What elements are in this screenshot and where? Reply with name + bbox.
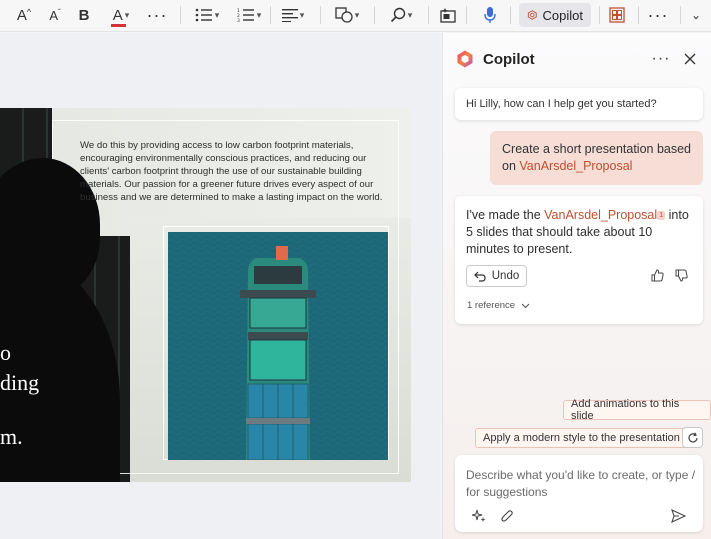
copilot-toolbar-label: Copilot xyxy=(542,7,583,23)
copilot-logo-icon xyxy=(455,49,475,69)
reply-file-link[interactable]: VanArsdel_Proposal xyxy=(544,208,657,222)
user-message-bubble: Create a short presentation based on Van… xyxy=(490,131,703,185)
find-icon[interactable]: ▾ xyxy=(384,3,418,27)
cargo-ship-aerial-photo[interactable] xyxy=(168,232,388,460)
sparkle-prompts-icon[interactable] xyxy=(471,508,487,524)
refresh-suggestions-icon[interactable] xyxy=(682,427,703,448)
copilot-pane: Copilot ··· Hi Lilly, how can I help get… xyxy=(442,33,711,539)
copilot-outline-icon xyxy=(527,10,537,20)
svg-text:3: 3 xyxy=(237,18,240,22)
chevron-down-icon xyxy=(521,303,530,308)
copilot-toolbar-button[interactable]: Copilot xyxy=(519,3,591,27)
thumbs-up-icon[interactable] xyxy=(649,267,665,283)
font-color-icon[interactable]: A ▾ xyxy=(104,3,138,27)
shapes-icon[interactable]: ▾ xyxy=(330,3,364,27)
prompt-placeholder[interactable]: Describe what you'd like to create, or t… xyxy=(466,467,696,501)
undo-label: Undo xyxy=(491,269,520,282)
ribbon-toolbar: A ^ Aˇ B A ▾ ··· ▾ 123 ▾ ▾ ▾ ▾ Copilot ·… xyxy=(0,0,711,32)
bullets-icon[interactable]: ▾ xyxy=(190,3,224,27)
copilot-greeting-message: Hi Lilly, how can I help get you started… xyxy=(455,88,703,120)
align-text-icon[interactable]: ▾ xyxy=(276,3,310,27)
greeting-text: Hi Lilly, how can I help get you started… xyxy=(466,98,657,110)
undo-icon xyxy=(473,271,486,282)
prompt-compose-box[interactable]: Describe what you'd like to create, or t… xyxy=(455,455,703,532)
expand-ribbon-chevron-icon[interactable]: ⌄ xyxy=(687,3,705,27)
file-link[interactable]: VanArsdel_Proposal xyxy=(519,159,632,173)
dictate-microphone-icon[interactable] xyxy=(480,3,500,27)
reference-toggle[interactable]: 1 reference xyxy=(467,297,530,314)
suggestion-chip-add-animations[interactable]: Add animations to this slide xyxy=(563,398,711,422)
pane-more-options-icon[interactable]: ··· xyxy=(651,49,671,69)
increase-font-size-icon[interactable]: A ^ xyxy=(12,3,36,27)
slide-thumbnail[interactable]: We do this by providing access to low ca… xyxy=(0,108,411,482)
more-options-icon[interactable]: ··· xyxy=(646,3,670,27)
designer-icon[interactable] xyxy=(437,3,459,27)
reference-count: 1 reference xyxy=(467,300,516,311)
copilot-reply-card: I've made the VanArsdel_Proposal 1 into 5… xyxy=(455,196,703,324)
thumbs-down-icon[interactable] xyxy=(673,267,689,283)
slide-body-text[interactable]: We do this by providing access to low ca… xyxy=(80,139,390,204)
suggestion-chip-modern-style[interactable]: Apply a modern style to the presentation xyxy=(475,428,688,448)
slide-canvas[interactable]: We do this by providing access to low ca… xyxy=(0,33,441,539)
undo-button[interactable]: Undo xyxy=(466,265,527,287)
more-font-options-icon[interactable]: ··· xyxy=(146,3,168,27)
copilot-pane-title: Copilot xyxy=(483,51,535,68)
close-pane-icon[interactable] xyxy=(680,49,700,69)
decrease-font-size-icon[interactable]: Aˇ xyxy=(44,3,66,27)
bold-icon[interactable]: B xyxy=(74,3,94,27)
reference-badge[interactable]: 1 xyxy=(657,211,666,220)
reply-text-prefix: I've made the xyxy=(466,208,545,222)
send-icon[interactable] xyxy=(669,507,687,525)
slide-heading-line-2[interactable]: ding xyxy=(0,370,39,396)
slide-heading-line-1[interactable]: o xyxy=(0,340,11,366)
attach-paperclip-icon[interactable] xyxy=(499,508,515,524)
slide-heading-line-3[interactable]: m. xyxy=(0,424,23,450)
add-ins-grid-icon[interactable] xyxy=(605,3,629,27)
numbering-icon[interactable]: 123 ▾ xyxy=(232,3,266,27)
